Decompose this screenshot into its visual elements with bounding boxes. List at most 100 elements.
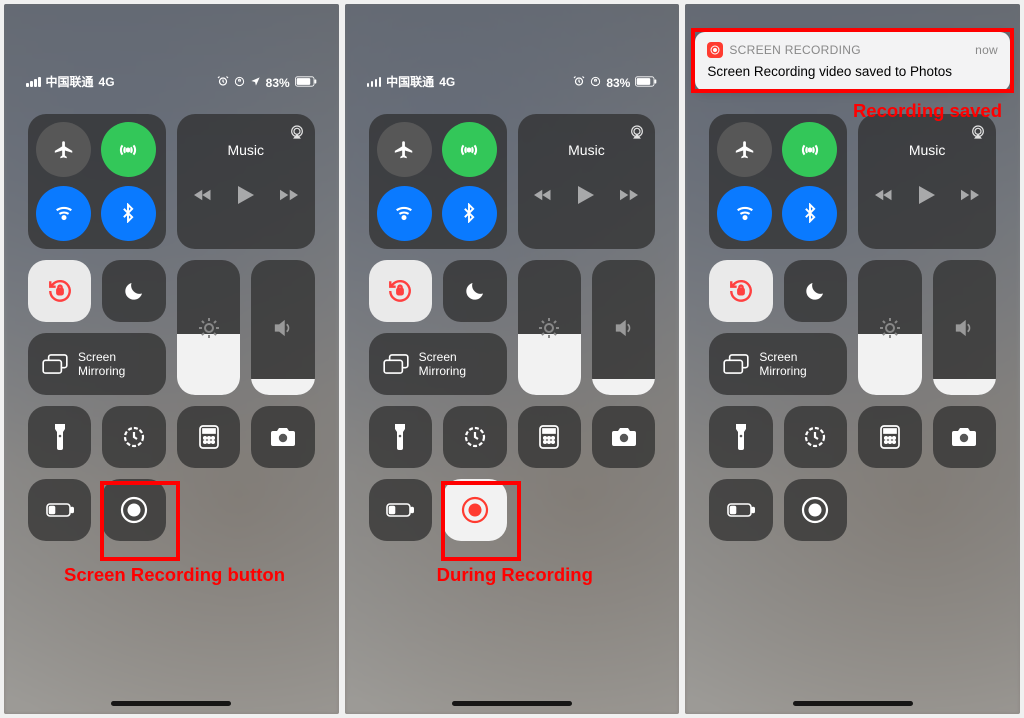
moon-icon	[122, 279, 146, 303]
next-track-button[interactable]	[280, 188, 298, 207]
calculator-button[interactable]	[858, 406, 921, 468]
cellular-data-button[interactable]	[782, 122, 837, 177]
low-power-mode-button[interactable]	[369, 479, 432, 541]
annotation-3: Recording saved	[853, 100, 1002, 122]
flashlight-button[interactable]	[709, 406, 772, 468]
home-indicator[interactable]	[111, 701, 231, 706]
screen-recording-button[interactable]	[102, 479, 165, 541]
mirror-label-2: Mirroring	[419, 364, 466, 378]
bluetooth-icon	[118, 203, 138, 223]
timer-button[interactable]	[784, 406, 847, 468]
home-indicator[interactable]	[452, 701, 572, 706]
camera-button[interactable]	[933, 406, 996, 468]
volume-slider[interactable]	[933, 260, 996, 395]
orientation-lock-button[interactable]	[28, 260, 91, 322]
play-button[interactable]	[238, 186, 254, 209]
do-not-disturb-button[interactable]	[784, 260, 847, 322]
airplane-mode-button[interactable]	[36, 122, 91, 177]
wifi-button[interactable]	[377, 186, 432, 241]
music-label: Music	[568, 142, 605, 158]
home-indicator[interactable]	[793, 701, 913, 706]
airplay-icon[interactable]	[289, 124, 305, 145]
camera-button[interactable]	[592, 406, 655, 468]
flashlight-button[interactable]	[28, 406, 91, 468]
play-button[interactable]	[578, 186, 594, 209]
screen-mirroring-button[interactable]: Screen Mirroring	[28, 333, 166, 395]
wifi-icon	[53, 202, 75, 224]
music-widget[interactable]: Music	[858, 114, 996, 249]
moon-icon	[803, 279, 827, 303]
phone-panel-3: SCREEN RECORDING now Screen Recording vi…	[685, 4, 1020, 714]
volume-icon	[953, 317, 975, 339]
brightness-slider[interactable]	[177, 260, 240, 395]
airplane-icon	[53, 139, 75, 161]
music-widget[interactable]: Music	[518, 114, 656, 249]
previous-track-button[interactable]	[534, 188, 552, 207]
orientation-lock-icon	[728, 278, 754, 304]
orientation-lock-icon	[47, 278, 73, 304]
wifi-button[interactable]	[717, 186, 772, 241]
previous-track-button[interactable]	[875, 188, 893, 207]
volume-icon	[272, 317, 294, 339]
screen-mirroring-icon	[42, 354, 68, 374]
screen-mirroring-button[interactable]: ScreenMirroring	[709, 333, 847, 395]
screen-mirroring-icon	[723, 354, 749, 374]
cellular-data-button[interactable]	[101, 122, 156, 177]
timer-button[interactable]	[443, 406, 506, 468]
lock-status-icon	[234, 76, 245, 90]
flashlight-icon	[53, 424, 67, 450]
lock-status-icon	[590, 76, 601, 90]
airplay-icon[interactable]	[629, 124, 645, 145]
screen-recording-button[interactable]	[784, 479, 847, 541]
brightness-icon	[537, 316, 561, 340]
carrier-label: 中国联通	[386, 73, 434, 90]
calculator-button[interactable]	[518, 406, 581, 468]
next-track-button[interactable]	[961, 188, 979, 207]
flashlight-button[interactable]	[369, 406, 432, 468]
next-track-button[interactable]	[620, 188, 638, 207]
do-not-disturb-button[interactable]	[443, 260, 506, 322]
screen-mirroring-button[interactable]: ScreenMirroring	[369, 333, 507, 395]
airplane-mode-button[interactable]	[377, 122, 432, 177]
orientation-lock-button[interactable]	[369, 260, 432, 322]
cellular-data-button[interactable]	[442, 122, 497, 177]
screen-mirroring-icon	[383, 354, 409, 374]
airplane-mode-button[interactable]	[717, 122, 772, 177]
bluetooth-button[interactable]	[101, 186, 156, 241]
low-power-mode-button[interactable]	[28, 479, 91, 541]
phone-panel-1: 中国联通 4G 83%	[4, 4, 339, 714]
camera-icon	[951, 427, 977, 447]
notification-banner[interactable]: SCREEN RECORDING now Screen Recording vi…	[695, 32, 1010, 91]
bluetooth-button[interactable]	[442, 186, 497, 241]
calculator-button[interactable]	[177, 406, 240, 468]
location-icon	[250, 76, 261, 90]
wifi-icon	[393, 202, 415, 224]
alarm-icon	[573, 75, 585, 90]
brightness-slider[interactable]	[858, 260, 921, 395]
camera-icon	[611, 427, 637, 447]
orientation-lock-button[interactable]	[709, 260, 772, 322]
connectivity-group	[28, 114, 166, 249]
screen-recording-button[interactable]	[443, 479, 506, 541]
timer-icon	[122, 425, 146, 449]
volume-slider[interactable]	[592, 260, 655, 395]
low-power-mode-button[interactable]	[709, 479, 772, 541]
airplay-icon[interactable]	[970, 124, 986, 145]
brightness-slider[interactable]	[518, 260, 581, 395]
play-button[interactable]	[919, 186, 935, 209]
volume-slider[interactable]	[251, 260, 314, 395]
volume-icon	[613, 317, 635, 339]
previous-track-button[interactable]	[194, 188, 212, 207]
camera-button[interactable]	[251, 406, 314, 468]
wifi-button[interactable]	[36, 186, 91, 241]
do-not-disturb-button[interactable]	[102, 260, 165, 322]
battery-icon	[635, 76, 657, 90]
battery-low-icon	[46, 503, 74, 517]
signal-bars-icon	[26, 77, 41, 87]
antenna-icon	[117, 139, 139, 161]
bluetooth-button[interactable]	[782, 186, 837, 241]
music-widget[interactable]: Music	[177, 114, 315, 249]
carrier-label: 中国联通	[46, 73, 94, 90]
timer-button[interactable]	[102, 406, 165, 468]
brightness-icon	[197, 316, 221, 340]
